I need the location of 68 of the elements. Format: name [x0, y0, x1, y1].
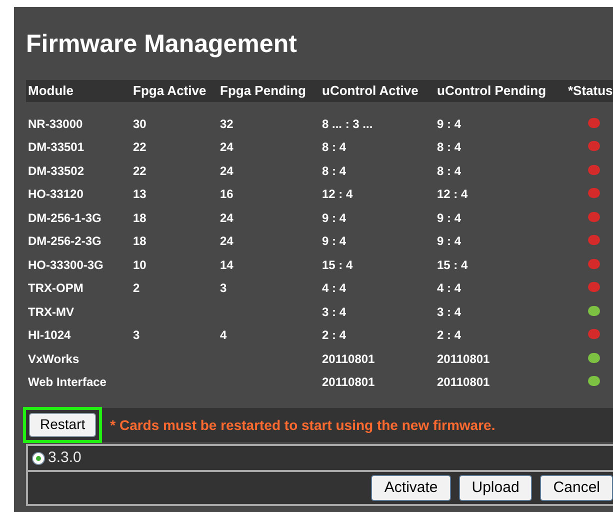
table-cell: 8 : 4	[322, 140, 346, 154]
table-cell: TRX-MV	[28, 304, 74, 319]
table-cell: 14	[220, 258, 234, 272]
table-cell: 20110801	[322, 375, 375, 390]
table-cell: NR-33000	[28, 116, 83, 131]
table-cell: 15 : 4	[322, 258, 353, 272]
table-cell: 9 : 4	[322, 210, 346, 225]
table-cell: 4 : 4	[437, 281, 462, 296]
table-cell: 8 ... : 3 ...	[322, 116, 373, 131]
table-cell: 4 : 4	[322, 281, 346, 296]
table-cell: 3	[133, 328, 140, 342]
action-button[interactable]: Cancel	[540, 475, 613, 501]
table-cell: Web Interface	[28, 375, 106, 390]
table-cell: 24	[220, 140, 234, 154]
table-cell: DM-256-2-3G	[28, 234, 102, 248]
restart-notice: * Cards must be restarted to start using the new firmware.	[110, 416, 496, 435]
table-cell: 18	[133, 210, 146, 225]
table-cell: 4	[220, 328, 227, 342]
page-title: Firmware Management	[26, 29, 297, 59]
table-cell: 24	[220, 234, 234, 248]
column-header: Fpga Active	[133, 82, 208, 100]
table-cell: 16	[220, 187, 234, 202]
table-cell: DM-256-1-3G	[28, 210, 102, 225]
table-cell: 32	[220, 116, 234, 131]
table-cell: 12 : 4	[322, 187, 353, 202]
table-cell: 12 : 4	[437, 187, 468, 202]
restart-button[interactable]: Restart	[29, 412, 96, 437]
table-cell: 8 : 4	[437, 140, 462, 154]
table-cell: 2 : 4	[437, 328, 462, 342]
table-cell: 10	[133, 258, 146, 272]
column-header: uControl Active	[322, 82, 420, 100]
table-cell: VxWorks	[28, 352, 80, 366]
table-cell: 20110801	[437, 352, 490, 366]
table-cell: 9 : 4	[437, 234, 462, 248]
column-header: *Status	[568, 82, 613, 100]
column-header: Module	[28, 82, 74, 100]
table-cell: 2	[133, 281, 140, 296]
table-cell: HO-33300-3G	[28, 258, 104, 272]
table-cell: 8 : 4	[437, 164, 462, 178]
table-cell: 9 : 4	[322, 234, 346, 248]
table-cell: 8 : 4	[322, 164, 346, 178]
table-cell: 3 : 4	[437, 304, 462, 319]
column-header: uControl Pending	[437, 82, 548, 100]
table-cell: 9 : 4	[437, 116, 462, 131]
table-cell: 22	[133, 140, 146, 154]
table-cell: 24	[220, 210, 234, 225]
table-cell: DM-33502	[28, 164, 84, 178]
table-cell: 3	[220, 281, 227, 296]
table-cell: HI-1024	[28, 328, 71, 342]
table-cell: 22	[133, 164, 146, 178]
table-cell: HO-33120	[28, 187, 84, 202]
action-button[interactable]: Activate	[371, 475, 451, 501]
table-cell: 2 : 4	[322, 328, 346, 342]
table-cell: 18	[133, 234, 146, 248]
radio-button[interactable]	[32, 452, 45, 464]
table-cell: 30	[133, 116, 146, 131]
table-cell: 13	[133, 187, 146, 202]
table-cell: 24	[220, 164, 234, 178]
table-cell: 20110801	[322, 352, 375, 366]
table-cell: 9 : 4	[437, 210, 462, 225]
table-cell: TRX-OPM	[28, 281, 84, 296]
action-button[interactable]: Upload	[458, 475, 532, 501]
table-cell: 15 : 4	[437, 258, 468, 272]
version-label: 3.3.0	[48, 448, 82, 468]
table-cell: 20110801	[437, 375, 490, 390]
table-cell: DM-33501	[28, 140, 84, 154]
table-cell: 3 : 4	[322, 304, 346, 319]
column-header: Fpga Pending	[220, 82, 307, 100]
